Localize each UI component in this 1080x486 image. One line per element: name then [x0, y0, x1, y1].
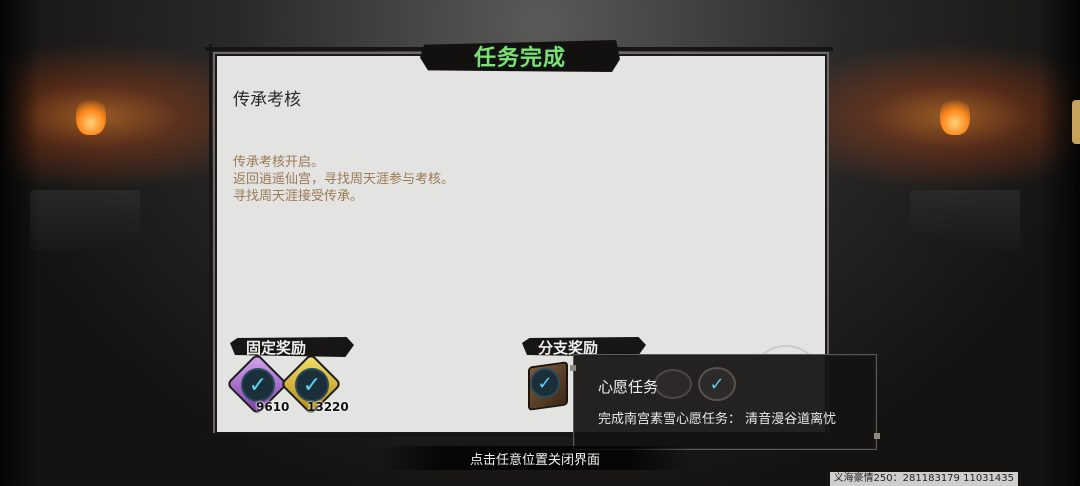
screen-edge-right — [1040, 0, 1080, 486]
reward-slot-icon — [654, 369, 692, 399]
fire-right — [940, 95, 970, 135]
fire-left — [76, 95, 106, 135]
task-description: 传承考核开启。 返回逍遥仙宫，寻找周天涯参与考核。 寻找周天涯接受传承。 — [233, 154, 454, 205]
check-icon: ✓ — [698, 367, 736, 401]
reward-quantity: 9610 — [256, 400, 290, 414]
brazier-right — [910, 190, 1020, 250]
check-icon: ✓ — [295, 368, 329, 402]
description-line: 寻找周天涯接受传承。 — [233, 189, 364, 204]
description-line: 传承考核开启。 — [233, 155, 325, 170]
tooltip-body: 完成南宫素雪心愿任务： 清音漫谷道离忧 — [598, 412, 837, 427]
fixed-reward-header: 固定奖励 — [230, 337, 354, 357]
check-icon: ✓ — [530, 368, 560, 398]
panel-left-stroke — [209, 44, 212, 440]
watermark: 义海豪情250：281183179 11031435 — [829, 472, 1018, 486]
screen-edge-left — [0, 0, 40, 486]
title-banner: 任务完成 — [420, 40, 620, 72]
brazier-left — [30, 190, 140, 250]
close-hint-bar[interactable]: 点击任意位置关闭界面 — [380, 446, 690, 470]
reward-quantity: 13220 — [307, 400, 349, 414]
description-line: 返回逍遥仙宫，寻找周天涯参与考核。 — [233, 172, 455, 187]
wish-task-tooltip: ✓ 心愿任务 完成南宫素雪心愿任务： 清音漫谷道离忧 — [570, 354, 880, 450]
close-hint: 点击任意位置关闭界面 — [469, 452, 600, 468]
task-name: 传承考核 — [233, 90, 301, 110]
dialog-title: 任务完成 — [473, 46, 566, 71]
tooltip-title: 心愿任务 — [598, 378, 659, 396]
side-tab-handle[interactable] — [1072, 100, 1080, 144]
check-icon: ✓ — [241, 368, 275, 402]
